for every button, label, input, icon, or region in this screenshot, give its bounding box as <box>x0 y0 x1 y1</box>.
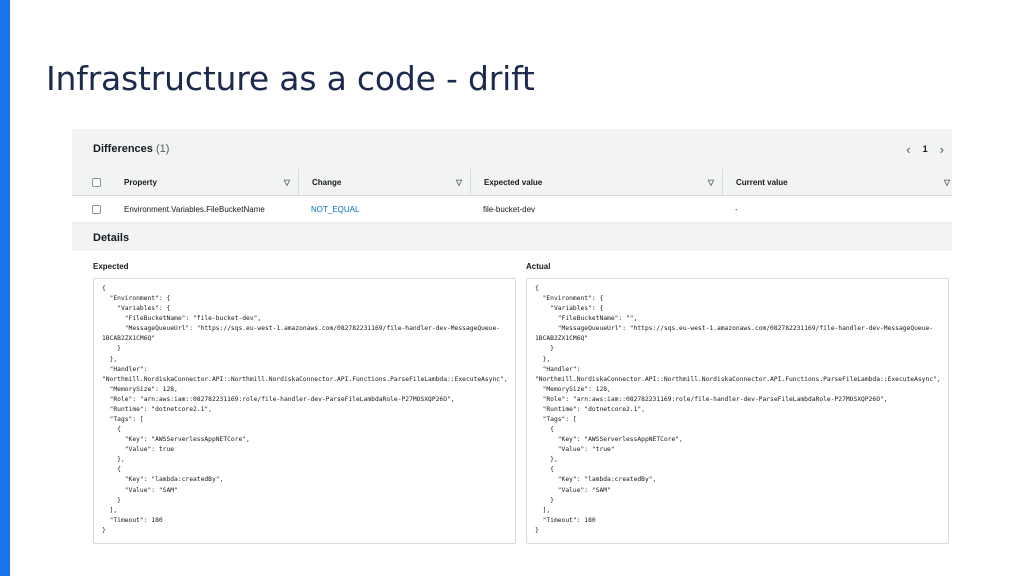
actual-json-box[interactable]: { "Environment": { "Variables": { "FileB… <box>526 278 949 544</box>
actual-label: Actual <box>526 262 551 271</box>
expected-json: { "Environment": { "Variables": { "FileB… <box>102 285 508 534</box>
page-number[interactable]: 1 <box>923 144 928 154</box>
caret-down-icon[interactable]: ▽ <box>284 178 290 187</box>
details-header: Details <box>72 223 952 251</box>
caret-down-icon[interactable]: ▽ <box>456 178 462 187</box>
chevron-left-icon[interactable]: ‹ <box>906 142 910 157</box>
column-label-property: Property <box>124 177 157 187</box>
chevron-right-icon[interactable]: › <box>940 142 944 157</box>
column-header-current-value[interactable]: Current value ▽ <box>722 169 952 195</box>
table-row[interactable]: Environment.Variables.FileBucketName NOT… <box>72 196 952 223</box>
row-checkbox[interactable] <box>92 204 101 214</box>
table-header: Property ▽ Change ▽ Expected value ▽ Cur… <box>72 169 952 196</box>
column-header-change[interactable]: Change ▽ <box>298 169 470 195</box>
column-label-current-value: Current value <box>736 177 788 187</box>
details-body: Expected Actual { "Environment": { "Vari… <box>72 251 952 555</box>
caret-down-icon[interactable]: ▽ <box>944 178 950 187</box>
expected-json-box[interactable]: { "Environment": { "Variables": { "FileB… <box>93 278 516 544</box>
select-all-cell <box>72 169 110 195</box>
pagination: ‹ 1 › <box>906 142 944 157</box>
differences-table: Property ▽ Change ▽ Expected value ▽ Cur… <box>72 169 952 223</box>
column-label-expected-value: Expected value <box>484 177 543 187</box>
cell-change-link[interactable]: NOT_EQUAL <box>298 196 470 222</box>
select-all-checkbox[interactable] <box>92 177 101 187</box>
expected-label: Expected <box>93 262 129 271</box>
details-title: Details <box>93 231 130 244</box>
cloudformation-drift-panel: Differences (1) ‹ 1 › Property ▽ Change … <box>72 129 952 555</box>
actual-json: { "Environment": { "Variables": { "FileB… <box>535 285 941 534</box>
row-select-cell <box>72 196 110 222</box>
column-header-expected-value[interactable]: Expected value ▽ <box>470 169 722 195</box>
differences-title: Differences (1) <box>93 143 169 155</box>
cell-property: Environment.Variables.FileBucketName <box>124 204 265 214</box>
column-label-change: Change <box>312 177 342 187</box>
differences-count: (1) <box>155 143 170 155</box>
slide-title: Infrastructure as a code - drift <box>46 59 535 98</box>
caret-down-icon[interactable]: ▽ <box>708 178 714 187</box>
column-header-property[interactable]: Property ▽ <box>110 169 298 195</box>
differences-title-text: Differences <box>93 143 153 155</box>
cell-expected-value: file-bucket-dev <box>483 204 536 214</box>
accent-bar <box>0 0 10 576</box>
differences-header: Differences (1) ‹ 1 › <box>72 129 952 169</box>
cell-current-value: - <box>735 204 738 214</box>
